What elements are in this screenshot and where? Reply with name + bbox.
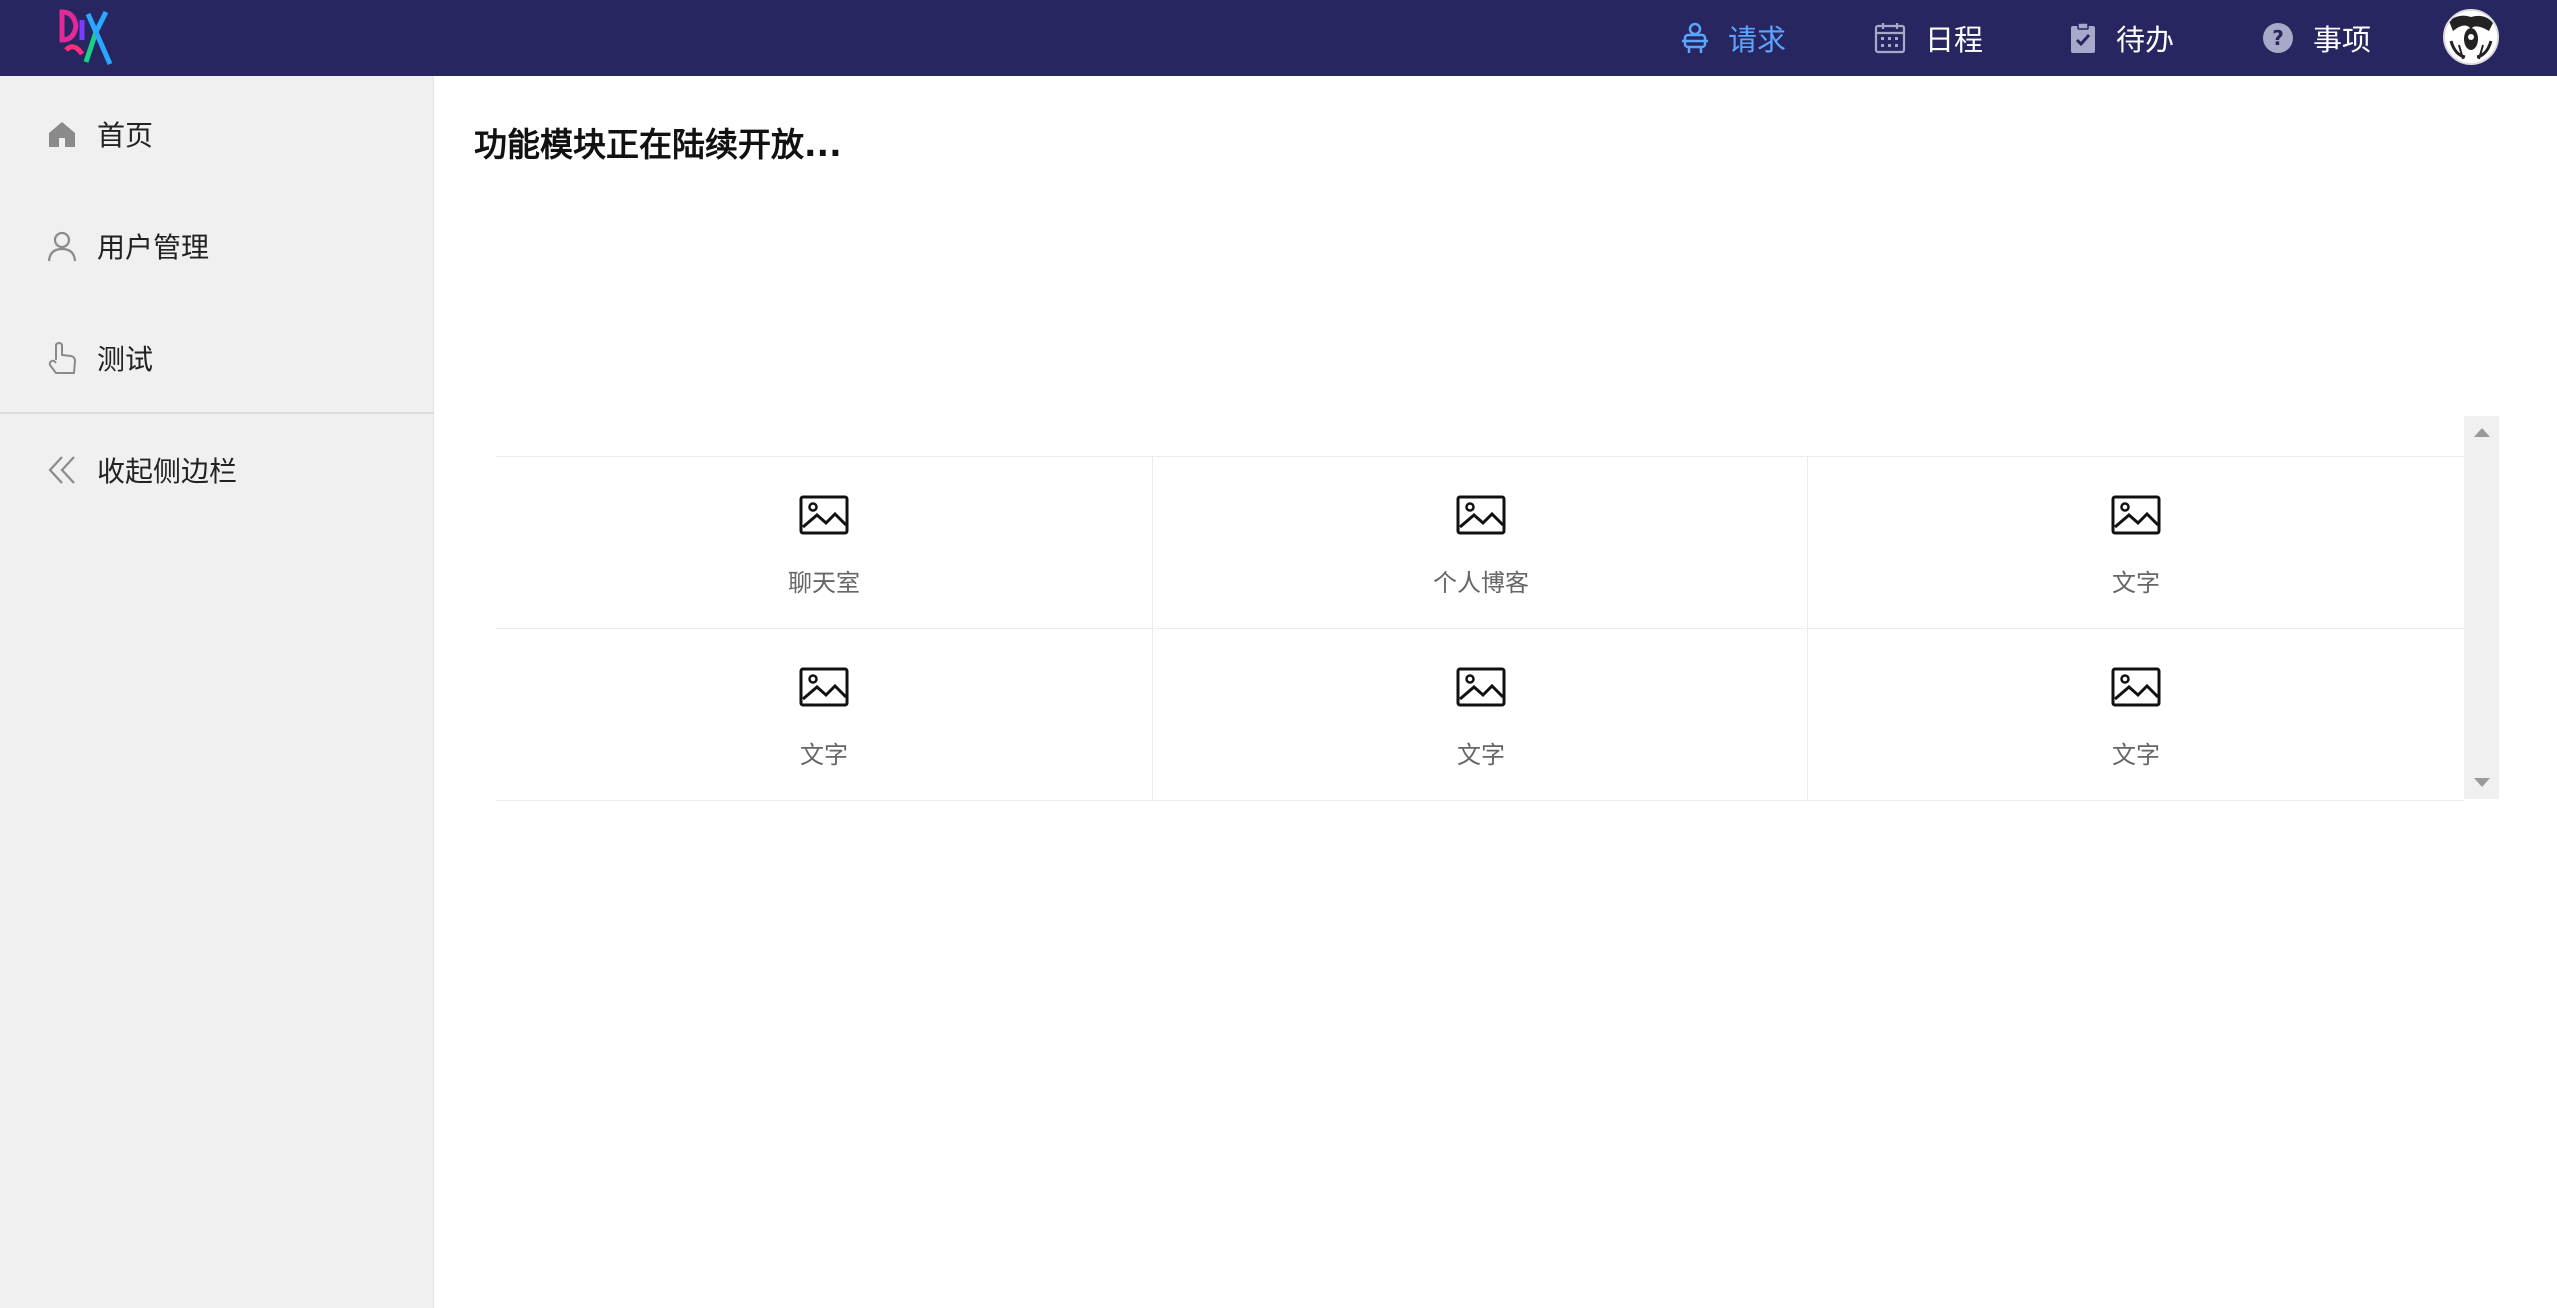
nav-request[interactable]: 请求	[1680, 0, 1786, 76]
nav-schedule-label: 日程	[1925, 23, 1984, 57]
module-grid: 聊天室 个人博客 文字 文字 文字 文字	[496, 456, 2464, 801]
module-label: 文字	[1457, 741, 1505, 769]
sidebar-item-user-management[interactable]: 用户管理	[0, 214, 434, 278]
image-icon	[799, 667, 849, 707]
module-label: 文字	[2112, 741, 2160, 769]
nav-todo-label: 待办	[2116, 23, 2175, 57]
sidebar-item-home[interactable]: 首页	[0, 102, 434, 166]
vertical-scrollbar[interactable]	[2464, 416, 2499, 799]
sidebar-item-label: 首页	[97, 119, 154, 152]
app-logo[interactable]	[56, 6, 116, 66]
avatar-icon	[2445, 11, 2497, 63]
module-card-text-2[interactable]: 文字	[496, 629, 1152, 801]
home-icon	[49, 122, 75, 147]
scroll-down-arrow-icon[interactable]	[2474, 778, 2490, 787]
top-navbar: 请求 日程 待办 ? 事项	[0, 0, 2557, 76]
page-title: 功能模块正在陆续开放...	[474, 125, 842, 164]
module-card-chatroom[interactable]: 聊天室	[496, 457, 1152, 629]
svg-text:?: ?	[2272, 26, 2284, 50]
sidebar-item-test[interactable]: 测试	[0, 326, 434, 390]
calendar-icon	[1874, 23, 1906, 54]
clipboard-check-icon	[2071, 22, 2095, 53]
module-label: 文字	[800, 741, 848, 769]
image-icon	[799, 495, 849, 535]
image-icon	[2111, 667, 2161, 707]
collapse-sidebar-button[interactable]: 收起侧边栏	[0, 438, 434, 502]
scroll-up-arrow-icon[interactable]	[2474, 428, 2490, 437]
image-icon	[1456, 495, 1506, 535]
question-circle-icon: ?	[2263, 23, 2293, 53]
sidebar-item-label: 用户管理	[97, 231, 210, 264]
main-content: 功能模块正在陆续开放... 聊天室 个人博客 文字 文字 文字 文字	[434, 76, 2557, 1308]
sidebar-item-label: 测试	[97, 343, 154, 376]
module-label: 文字	[2112, 569, 2160, 597]
nav-matters[interactable]: ? 事项	[2261, 0, 2371, 76]
module-card-text-3[interactable]: 文字	[1152, 629, 1808, 801]
user-avatar[interactable]	[2443, 9, 2499, 65]
module-label: 个人博客	[1433, 569, 1529, 597]
nav-todo[interactable]: 待办	[2068, 0, 2174, 76]
sidebar-divider	[0, 412, 434, 414]
pointer-hand-icon	[48, 342, 76, 374]
sidebar-item-label: 收起侧边栏	[97, 455, 238, 488]
request-icon	[1682, 22, 1708, 53]
image-icon	[1456, 667, 1506, 707]
module-card-blog[interactable]: 个人博客	[1152, 457, 1808, 629]
module-grid-container: 聊天室 个人博客 文字 文字 文字 文字	[496, 416, 2499, 801]
image-icon	[2111, 495, 2161, 535]
user-icon	[47, 231, 77, 262]
sidebar: 首页 用户管理 测试 收起侧边栏	[0, 76, 434, 1308]
module-card-text-4[interactable]: 文字	[1808, 629, 2464, 801]
nav-request-label: 请求	[1728, 23, 1787, 57]
module-card-text-1[interactable]: 文字	[1808, 457, 2464, 629]
nav-matters-label: 事项	[2313, 23, 2372, 57]
double-chevron-left-icon	[48, 456, 75, 484]
nav-schedule[interactable]: 日程	[1873, 0, 1983, 76]
module-label: 聊天室	[788, 569, 860, 597]
